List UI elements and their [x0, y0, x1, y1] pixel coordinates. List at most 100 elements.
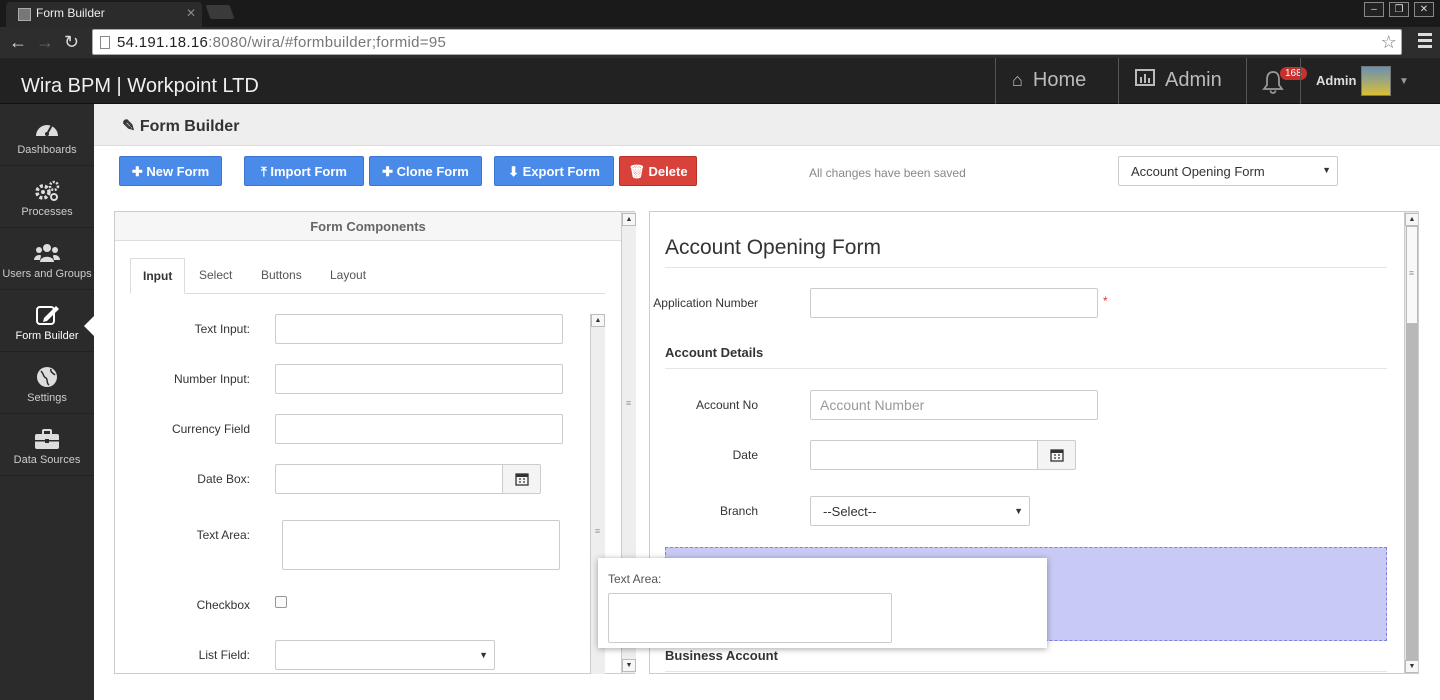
sidebar-item-label: Settings	[27, 392, 67, 404]
scroll-up-icon[interactable]: ▲	[1405, 213, 1418, 226]
export-form-button[interactable]: ⬇ Export Form	[494, 156, 614, 186]
gears-icon	[35, 180, 60, 201]
dashboard-icon	[36, 124, 58, 136]
sidebar-item-label: Processes	[21, 206, 73, 218]
tab-select[interactable]: Select	[199, 258, 232, 294]
address-bar[interactable]: 54.191.18.16:8080/wira/#formbuilder;form…	[92, 29, 1402, 55]
text-area-label: Text Area:	[196, 528, 250, 542]
import-form-button[interactable]: ⤒ Import Form	[244, 156, 364, 186]
scroll-track	[1406, 324, 1418, 660]
date-box-calendar-button[interactable]	[502, 464, 541, 494]
edit-icon	[36, 306, 59, 325]
nav-home-label: Home	[1032, 69, 1087, 91]
tab-layout[interactable]: Layout	[330, 258, 366, 294]
form-title: Account Opening Form	[665, 236, 881, 259]
text-input-component[interactable]	[275, 314, 563, 344]
form-favicon-icon	[18, 8, 31, 21]
date-box-component[interactable]	[275, 464, 503, 494]
edit-icon: ✎	[122, 118, 140, 135]
browser-tab-title: Form Builder	[36, 6, 105, 20]
sidebar-item-settings[interactable]: Settings	[0, 352, 94, 414]
clone-form-button[interactable]: ✚ Clone Form	[369, 156, 482, 186]
briefcase-icon	[35, 429, 59, 449]
component-tabs: Input Select Buttons Layout	[130, 258, 605, 294]
browser-menu-icon[interactable]	[1418, 33, 1432, 51]
currency-field-component[interactable]	[275, 414, 563, 444]
nav-admin[interactable]: Admin	[1118, 58, 1246, 104]
required-marker: *	[1103, 294, 1108, 308]
form-select[interactable]: Account Opening Form ▼	[1118, 156, 1338, 186]
reload-icon[interactable]: ↻	[64, 32, 79, 53]
back-arrow-icon[interactable]: ←	[9, 32, 27, 53]
sidebar-item-dashboards[interactable]: Dashboards	[0, 104, 94, 166]
tab-input[interactable]: Input	[130, 258, 186, 294]
scroll-down-icon[interactable]: ▼	[622, 659, 636, 672]
minimize-window-icon[interactable]: –	[1364, 2, 1384, 17]
form-components-panel: Form Components Input Select Buttons Lay…	[114, 211, 636, 674]
bookmark-star-icon[interactable]: ☆	[1381, 32, 1397, 53]
forward-arrow-icon[interactable]: →	[36, 32, 54, 53]
chevron-down-icon: ▼	[1014, 506, 1023, 516]
divider	[665, 267, 1387, 268]
new-form-button[interactable]: ✚ New Form	[119, 156, 222, 186]
form-select-value: Account Opening Form	[1131, 164, 1265, 179]
scroll-down-icon[interactable]: ▼	[1405, 660, 1418, 673]
close-window-icon[interactable]: ✕	[1414, 2, 1434, 17]
sidebar-item-form-builder[interactable]: Form Builder	[0, 290, 94, 352]
number-input-label: Number Input:	[173, 372, 250, 386]
scroll-grip: ≡	[594, 526, 601, 536]
list-field-label: List Field:	[198, 648, 250, 662]
user-menu[interactable]: Admin ▼	[1300, 58, 1440, 104]
text-area-component[interactable]	[282, 520, 560, 570]
bar-chart-icon	[1135, 69, 1155, 91]
sidebar-item-processes[interactable]: Processes	[0, 166, 94, 228]
number-input-component[interactable]	[275, 364, 563, 394]
branch-select[interactable]: --Select-- ▼	[810, 496, 1030, 526]
currency-field-label: Currency Field	[171, 422, 250, 436]
dragging-text-area-label: Text Area:	[608, 572, 662, 586]
checkbox-component[interactable]	[275, 596, 287, 608]
delete-button[interactable]: 🗑 Delete	[619, 156, 697, 186]
browser-tab[interactable]: Form Builder ✕	[6, 2, 202, 27]
dragging-text-area-component[interactable]: Text Area:	[598, 558, 1047, 648]
calendar-icon	[1050, 449, 1064, 462]
restore-window-icon[interactable]: ❐	[1389, 2, 1409, 17]
account-no-label: Account No	[695, 398, 758, 412]
export-form-label: Export Form	[522, 164, 600, 179]
active-indicator	[84, 316, 94, 336]
page-header: ✎ Form Builder	[94, 104, 1440, 146]
scroll-grip: ≡	[625, 398, 632, 408]
application-number-field[interactable]	[810, 288, 1098, 318]
scroll-up-icon[interactable]: ▲	[622, 213, 636, 226]
date-calendar-button[interactable]	[1037, 440, 1076, 470]
sidebar-item-users-and-groups[interactable]: Users and Groups	[0, 228, 94, 290]
nav-home[interactable]: ⌂ Home	[995, 58, 1118, 104]
account-no-field[interactable]: Account Number	[810, 390, 1098, 420]
checkbox-label: Checkbox	[196, 598, 250, 612]
chevron-down-icon: ▼	[1322, 165, 1331, 175]
section-account-details: Account Details	[665, 345, 764, 360]
page-icon	[100, 36, 110, 49]
section-business-account: Business Account	[665, 648, 778, 663]
url-host: 54.191.18.16	[117, 34, 209, 51]
branch-select-value: --Select--	[823, 504, 877, 519]
app-header: Wira BPM | Workpoint LTD ⌂ Home Admin 168…	[0, 58, 1440, 104]
notifications-button[interactable]	[1246, 58, 1300, 104]
date-label: Date	[732, 448, 758, 462]
form-canvas-scrollbar[interactable]: ▲ ≡ ▼	[1404, 212, 1418, 673]
user-name: Admin	[1316, 73, 1357, 88]
new-tab-button[interactable]	[205, 5, 235, 19]
scroll-up-icon[interactable]: ▲	[591, 314, 605, 327]
brand-title[interactable]: Wira BPM | Workpoint LTD	[21, 75, 259, 98]
trash-icon: 🗑	[628, 164, 649, 179]
application-number-label: Application Number	[653, 296, 758, 310]
browser-tabstrip: Form Builder ✕ – ❐ ✕	[0, 0, 1440, 27]
tab-buttons[interactable]: Buttons	[261, 258, 302, 294]
sidebar-item-data-sources[interactable]: Data Sources	[0, 414, 94, 476]
date-field[interactable]	[810, 440, 1038, 470]
branch-label: Branch	[719, 504, 758, 518]
list-field-component[interactable]: ▼	[275, 640, 495, 670]
divider	[665, 368, 1387, 369]
chevron-down-icon: ▼	[1399, 76, 1409, 87]
close-tab-icon[interactable]: ✕	[186, 6, 196, 20]
